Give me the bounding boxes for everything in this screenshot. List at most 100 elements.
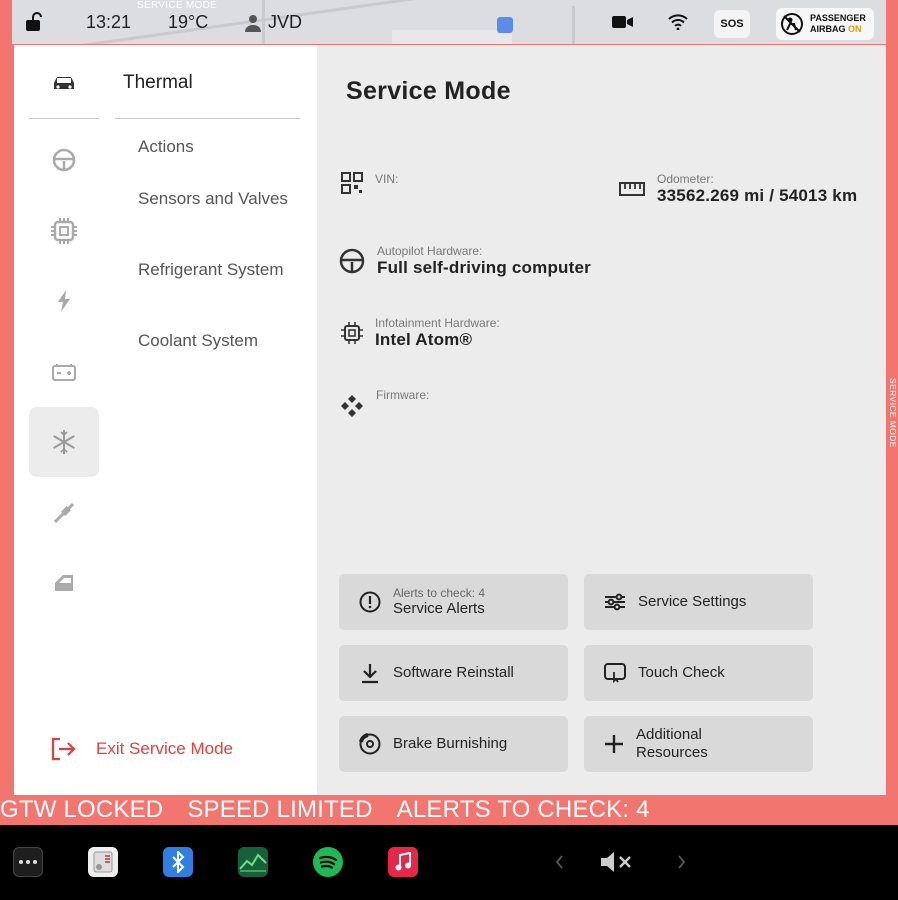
map-background — [392, 30, 512, 44]
more-icon — [19, 860, 37, 864]
firmware-label: Firmware: — [376, 388, 430, 402]
touch-check-button[interactable]: Touch Check — [584, 645, 813, 701]
autopilot-info: Autopilot Hardware: Full self-driving com… — [339, 244, 591, 278]
sidebar-item-refrigerant-system[interactable]: Refrigerant System — [138, 260, 288, 280]
sidebar-item-actions[interactable]: Actions — [138, 137, 288, 157]
snowflake-icon — [53, 430, 75, 454]
map-background — [572, 6, 575, 44]
exit-service-mode-button[interactable]: Exit Service Mode — [50, 737, 233, 761]
music-app-button[interactable] — [388, 847, 418, 877]
car-door-icon — [55, 575, 73, 591]
wifi-icon[interactable] — [668, 14, 688, 35]
chip-category-button[interactable] — [29, 196, 99, 266]
car-icon — [54, 77, 74, 89]
service-alerts-button[interactable]: Alerts to check: 4 Service Alerts — [339, 574, 568, 630]
suspension-category-button[interactable] — [29, 478, 99, 548]
driver-name: JVD — [268, 12, 303, 32]
exit-label: Exit Service Mode — [96, 739, 233, 758]
sidebar-item-coolant-system[interactable]: Coolant System — [138, 331, 298, 351]
lightning-icon — [58, 290, 70, 312]
touch-check-label: Touch Check — [638, 664, 725, 681]
odometer-label: Odometer: — [657, 172, 714, 186]
lock-icon[interactable] — [24, 11, 44, 33]
next-chevron-icon[interactable] — [676, 855, 686, 874]
power-category-button[interactable] — [29, 266, 99, 336]
qr-code-icon — [341, 172, 363, 194]
navigation-pin-icon — [497, 17, 513, 33]
alerts-count: Alerts to check: 4 — [393, 585, 486, 600]
alert-icon — [359, 591, 381, 613]
additional-resources-button[interactable]: Additional Resources — [584, 716, 813, 772]
steering-category-button[interactable] — [29, 125, 99, 195]
touch-screen-icon — [604, 663, 626, 684]
ruler-icon — [619, 182, 645, 196]
toybox-app-button[interactable] — [88, 847, 118, 877]
chip-icon — [341, 322, 363, 344]
more-apps-button[interactable] — [13, 847, 43, 877]
download-icon — [362, 664, 378, 684]
plus-icon — [605, 735, 623, 753]
music-note-icon — [395, 852, 411, 871]
battery-category-button[interactable] — [29, 337, 99, 407]
service-mode-side-label: SERVICE MODE — [888, 378, 898, 448]
left-panel: Thermal Actions Sensors and Valves Refri… — [14, 45, 317, 795]
alert-bar: GTW LOCKED SPEED LIMITED ALERTS TO CHECK… — [0, 795, 898, 825]
additional-resources-label-2: Resources — [636, 744, 708, 761]
divider — [29, 118, 99, 119]
sliders-icon — [605, 593, 625, 611]
passenger-airbag-status: PASSENGER AIRBAG ON — [776, 8, 874, 40]
service-settings-button[interactable]: Service Settings — [584, 574, 813, 630]
bluetooth-icon — [172, 851, 185, 873]
airbag-icon — [781, 13, 803, 35]
airbag-line-1: PASSENGER — [810, 13, 866, 23]
user-icon — [245, 14, 261, 32]
service-mode-tab: SERVICE MODE — [137, 0, 218, 11]
service-alerts-label: Service Alerts — [393, 599, 485, 617]
energy-app-button[interactable] — [238, 847, 268, 877]
additional-resources-label-1: Additional — [636, 726, 702, 743]
autopilot-value: Full self-driving computer — [377, 258, 591, 277]
chip-icon — [51, 218, 77, 244]
previous-chevron-icon[interactable] — [555, 855, 565, 874]
page-title: Service Mode — [346, 77, 511, 105]
dock — [0, 825, 898, 900]
software-reinstall-button[interactable]: Software Reinstall — [339, 645, 568, 701]
shock-absorber-icon — [53, 502, 75, 524]
sos-label: SOS — [720, 18, 744, 30]
sidebar-item-sensors-and-valves[interactable]: Sensors and Valves — [138, 189, 288, 209]
alert-speed-limited: SPEED LIMITED — [187, 796, 373, 823]
alert-alerts-to-check: ALERTS TO CHECK: 4 — [396, 796, 650, 823]
steering-wheel-icon — [52, 148, 76, 172]
closures-category-button[interactable] — [29, 548, 99, 618]
brake-disc-icon — [359, 733, 381, 755]
driver-profile[interactable]: JVD — [244, 12, 302, 33]
brake-burnishing-label: Brake Burnishing — [393, 735, 508, 752]
spotify-app-button[interactable] — [313, 847, 343, 877]
alert-gtw-locked: GTW LOCKED — [0, 796, 164, 823]
vin-label: VIN: — [375, 172, 399, 186]
firmware-info: Firmware: — [340, 388, 429, 418]
section-title: Thermal — [123, 72, 193, 93]
energy-graph-icon — [239, 853, 267, 872]
sos-button[interactable]: SOS — [714, 10, 750, 38]
software-reinstall-label: Software Reinstall — [393, 664, 514, 681]
clock: 13:21 — [86, 12, 132, 32]
brake-burnishing-button[interactable]: Brake Burnishing — [339, 716, 568, 772]
airbag-state: ON — [848, 24, 862, 34]
divider — [115, 118, 300, 119]
odometer-info: Odometer: 33562.269 mi / 54013 km — [619, 172, 857, 206]
service-settings-label: Service Settings — [638, 593, 747, 610]
mute-volume-icon[interactable] — [600, 851, 636, 878]
firmware-icon — [341, 395, 363, 417]
odometer-value: 33562.269 mi / 54013 km — [657, 186, 858, 205]
vin-info: VIN: — [341, 172, 398, 194]
car-category-button[interactable] — [29, 48, 99, 118]
thermal-category-button[interactable] — [29, 407, 99, 477]
dashcam-icon[interactable] — [612, 14, 634, 35]
airbag-line-2: AIRBAG — [810, 24, 846, 34]
infotainment-label: Infotainment Hardware: — [375, 316, 500, 330]
exit-icon — [51, 737, 76, 761]
battery-icon — [52, 364, 76, 381]
bluetooth-app-button[interactable] — [163, 847, 193, 877]
main-panel: Service Mode VIN: Odometer: 33562.269 mi … — [317, 45, 886, 795]
